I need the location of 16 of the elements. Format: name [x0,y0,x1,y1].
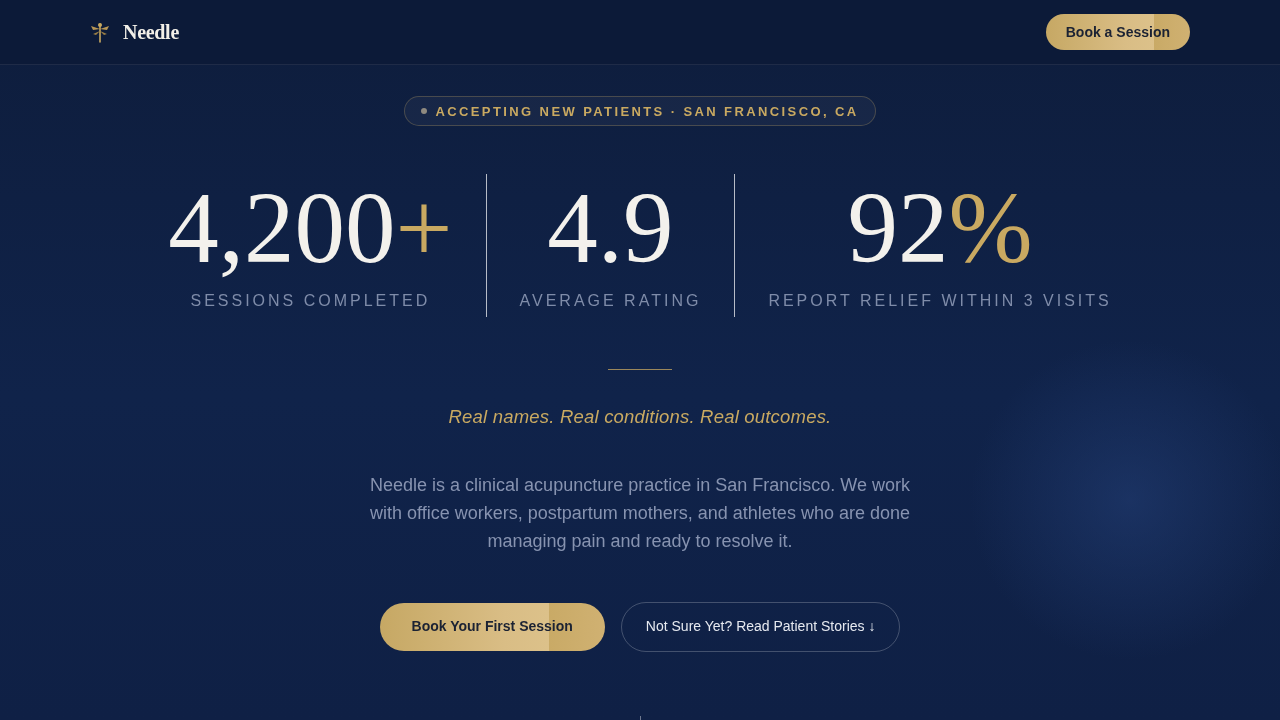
book-session-button[interactable]: Book a Session [1045,14,1190,50]
dot-icon [421,108,428,114]
stat-label: AVERAGE RATING [519,291,702,311]
stat-label: REPORT RELIEF WITHIN 3 VISITS [768,291,1112,311]
tagline: Real names. Real conditions. Real outcomes. [447,405,833,429]
stat-label: SESSIONS COMPLETED [189,291,432,311]
brand-name[interactable]: Needle [123,17,179,47]
stat-suffix: + [395,172,453,284]
dragonfly-icon [90,21,110,43]
stat-value: 4,200 [168,172,396,284]
stat-value: 4.9 [547,172,674,284]
stat-value: 92 [847,172,949,284]
stat-suffix: % [948,172,1033,284]
description-text: Needle is a clinical acupuncture practice in San Francisco. We work with office workers, postpartum mothers, and athletes who are done managing pain and ready to resolve it. [369,473,911,553]
book-first-session-button[interactable]: Book Your First Session [379,602,605,651]
badge-text: ACCEPTING NEW PATIENTS · SAN FRANCISCO, CA [435,104,859,118]
